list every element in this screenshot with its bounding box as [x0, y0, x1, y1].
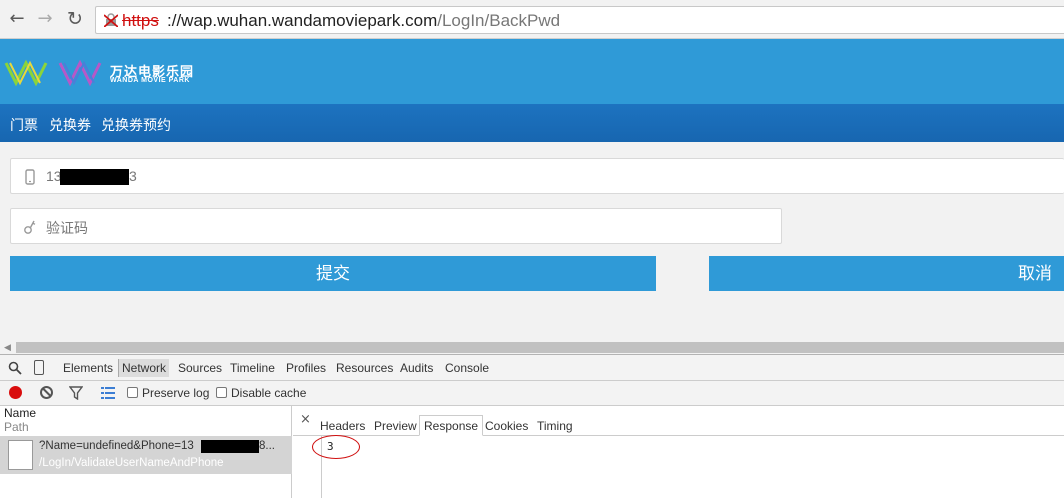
- request-path: /LogIn/ValidateUserNameAndPhone: [39, 457, 224, 469]
- tab-cookies[interactable]: Cookies: [485, 419, 528, 433]
- scroll-left-icon[interactable]: ◀: [4, 342, 11, 353]
- column-path-header: Path: [4, 420, 29, 434]
- reload-icon[interactable]: ↻: [64, 8, 86, 30]
- key-icon: [24, 220, 36, 234]
- record-icon[interactable]: [9, 386, 22, 399]
- nav-voucher-booking[interactable]: 兑换券预约: [101, 115, 171, 135]
- request-list: Name Path ?Name=undefined&Phone=13 8... …: [0, 406, 292, 498]
- disable-cache-label: Disable cache: [231, 386, 307, 400]
- site-header: 万达电影乐园 WANDA MOVIE PARK: [0, 39, 1064, 104]
- tab-response[interactable]: Response: [419, 415, 484, 436]
- back-icon[interactable]: ←: [6, 8, 28, 30]
- tab-console[interactable]: Console: [445, 361, 489, 375]
- inspect-search-icon[interactable]: [8, 361, 22, 375]
- insecure-lock-icon[interactable]: [104, 13, 118, 27]
- large-rows-icon[interactable]: [101, 387, 115, 399]
- request-name: ?Name=undefined&Phone=13: [39, 440, 194, 452]
- tab-timeline[interactable]: Timeline: [230, 361, 275, 375]
- tab-timing[interactable]: Timing: [537, 419, 573, 433]
- browser-toolbar: ← → ↻ https ://wap.wuhan.wandamoviepark.…: [0, 0, 1064, 39]
- url-text: ://wap.wuhan.wandamoviepark.com/LogIn/Ba…: [167, 11, 560, 31]
- page-body: 13 3 验证码 提交 取消: [0, 142, 1064, 341]
- phone-suffix: 3: [129, 168, 137, 184]
- request-name-tail: 8...: [259, 440, 275, 452]
- document-icon: [8, 440, 33, 470]
- annotation-circle: [312, 435, 360, 459]
- close-icon[interactable]: ×: [300, 412, 311, 427]
- horizontal-scrollbar[interactable]: ◀: [0, 341, 1064, 354]
- nav-vouchers[interactable]: 兑换券: [49, 115, 91, 135]
- brand-name-en: WANDA MOVIE PARK: [110, 77, 190, 84]
- url-host: ://wap.wuhan.wandamoviepark.com: [167, 11, 438, 30]
- preserve-log-label: Preserve log: [142, 386, 210, 400]
- network-toolbar: Preserve log Disable cache: [0, 381, 1064, 406]
- redaction-block: [201, 440, 259, 453]
- url-path: /LogIn/BackPwd: [437, 11, 561, 30]
- wanda-logo-icon[interactable]: [4, 57, 104, 87]
- scrollbar-thumb[interactable]: [16, 342, 1064, 353]
- request-row[interactable]: ?Name=undefined&Phone=13 8... /LogIn/Val…: [0, 436, 292, 474]
- site-nav: 门票 兑换券 兑换券预约: [0, 104, 1064, 142]
- nav-tickets[interactable]: 门票: [10, 115, 38, 135]
- preserve-log-checkbox[interactable]: [127, 387, 138, 398]
- devtools-panel: Elements Network Sources Timeline Profil…: [0, 354, 1064, 498]
- tab-profiles[interactable]: Profiles: [286, 361, 326, 375]
- tab-headers[interactable]: Headers: [320, 419, 365, 433]
- phone-icon: [25, 169, 35, 185]
- verification-code-field[interactable]: 验证码: [10, 208, 782, 244]
- code-placeholder: 验证码: [46, 220, 88, 236]
- url-scheme: https: [122, 11, 159, 30]
- column-name-header[interactable]: Name: [4, 406, 36, 420]
- filter-icon[interactable]: [69, 386, 83, 400]
- tab-elements[interactable]: Elements: [63, 361, 113, 375]
- forward-icon[interactable]: →: [34, 8, 56, 30]
- address-bar[interactable]: https ://wap.wuhan.wandamoviepark.com/Lo…: [95, 6, 1064, 34]
- clear-icon[interactable]: [40, 386, 53, 399]
- devtools-tabbar: Elements Network Sources Timeline Profil…: [0, 355, 1064, 381]
- tab-network[interactable]: Network: [118, 359, 170, 377]
- cancel-button[interactable]: 取消: [709, 256, 1064, 291]
- disable-cache-checkbox[interactable]: [216, 387, 227, 398]
- device-mode-icon[interactable]: [34, 360, 44, 375]
- submit-button[interactable]: 提交: [10, 256, 656, 291]
- tab-resources[interactable]: Resources: [336, 361, 393, 375]
- tab-preview[interactable]: Preview: [374, 419, 417, 433]
- phone-field[interactable]: 13 3: [10, 158, 1064, 194]
- redaction-block: [60, 169, 129, 185]
- request-detail-pane: × Headers Preview Response Cookies Timin…: [293, 406, 1064, 498]
- tab-sources[interactable]: Sources: [178, 361, 222, 375]
- tab-audits[interactable]: Audits: [400, 361, 433, 375]
